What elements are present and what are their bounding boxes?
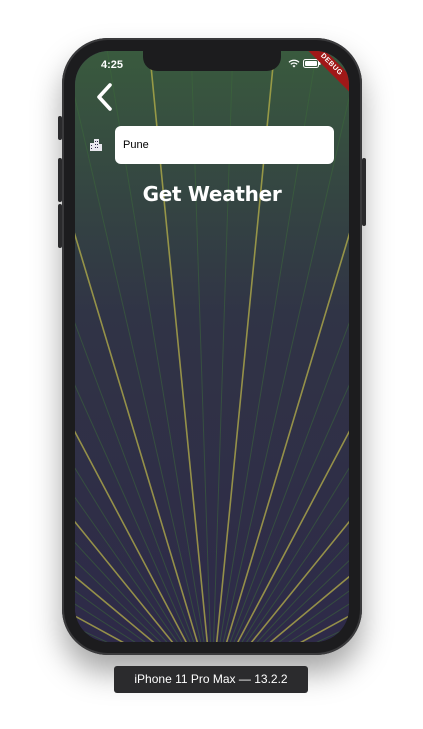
device-frame: 4:25 DEBUG Pune Get Weather bbox=[58, 38, 366, 655]
status-time: 4:25 bbox=[101, 59, 124, 71]
city-icon bbox=[90, 139, 102, 151]
device-notch bbox=[143, 51, 281, 71]
status-icons bbox=[288, 59, 321, 68]
simulator-stage: 4:25 DEBUG Pune Get Weather iPhone 11 Pr… bbox=[0, 0, 423, 729]
app-screen: 4:25 DEBUG Pune Get Weather bbox=[75, 51, 349, 642]
volume-down-button bbox=[58, 204, 62, 248]
volume-up-button bbox=[58, 158, 62, 202]
back-button[interactable] bbox=[93, 82, 117, 112]
city-input[interactable] bbox=[115, 126, 334, 164]
power-button bbox=[362, 158, 366, 226]
mute-switch bbox=[58, 116, 62, 140]
simulator-caption: iPhone 11 Pro Max — 13.2.2 bbox=[114, 666, 308, 693]
wifi-icon bbox=[288, 59, 300, 68]
get-weather-button[interactable]: Get Weather bbox=[75, 182, 349, 206]
chevron-left-icon bbox=[97, 83, 112, 111]
